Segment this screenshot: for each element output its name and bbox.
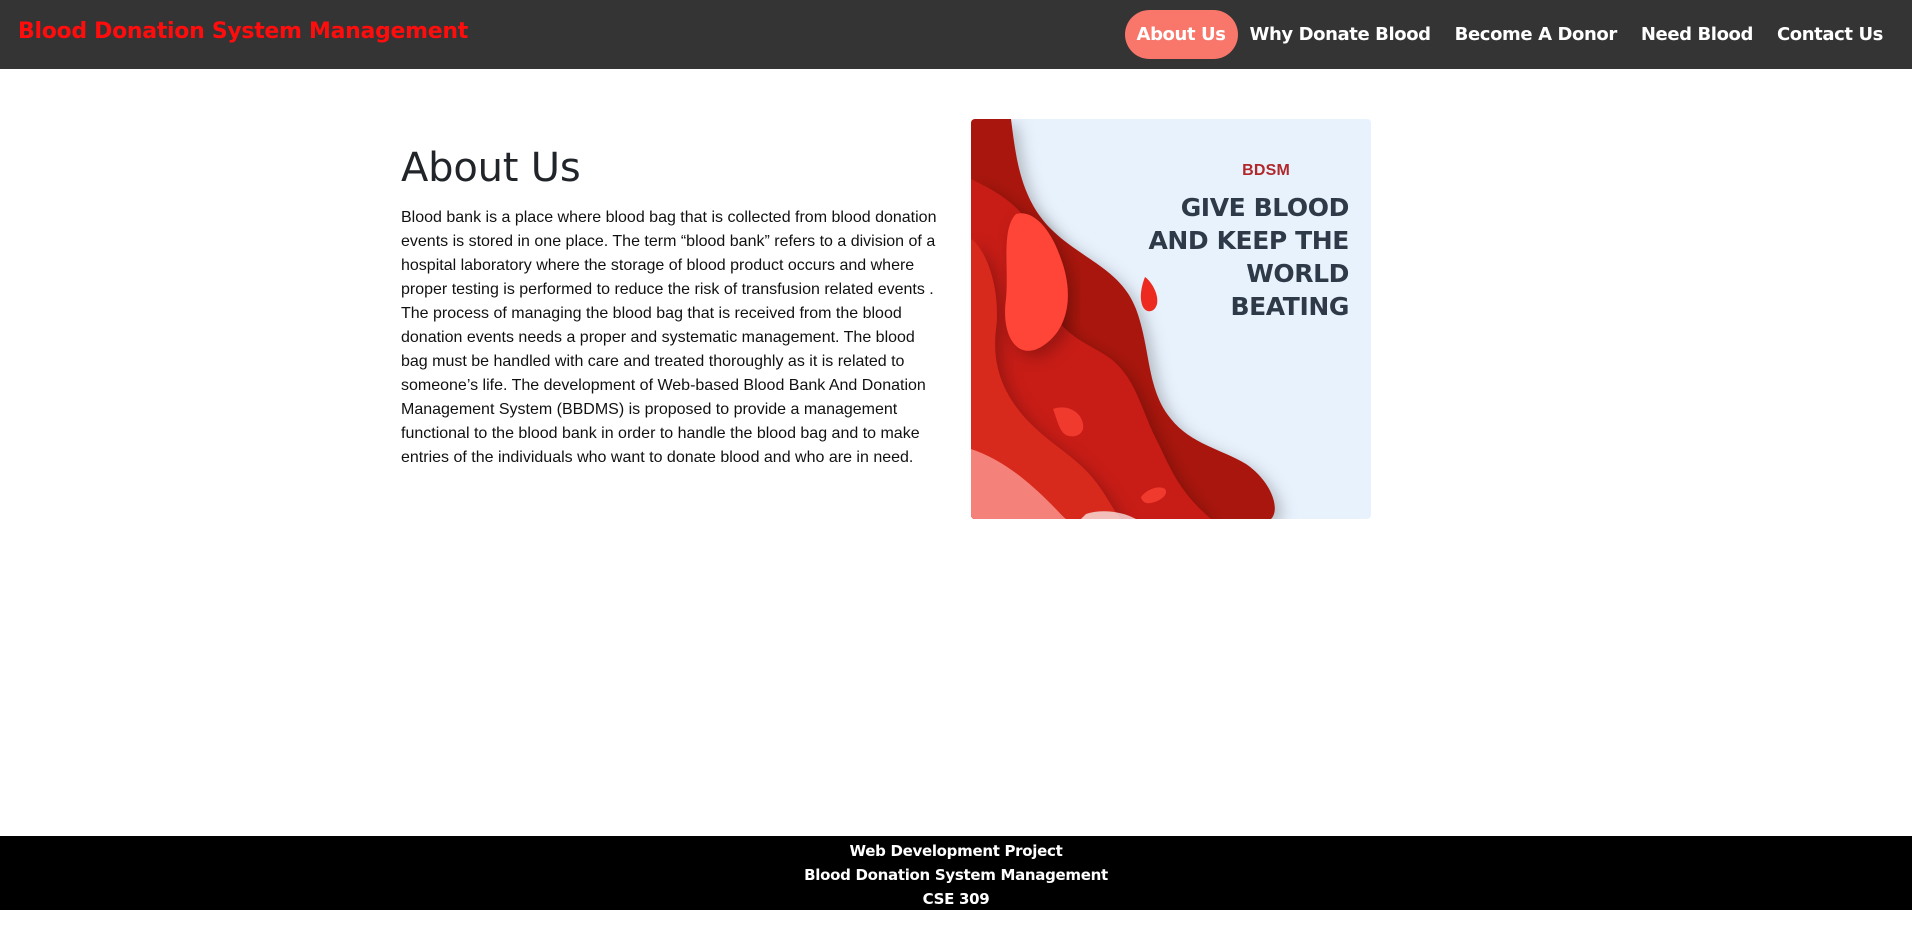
footer-project-line: Web Development Project <box>849 842 1063 860</box>
footer: Web Development Project Blood Donation S… <box>0 836 1912 910</box>
nav-link-why-donate-blood[interactable]: Why Donate Blood <box>1238 10 1443 59</box>
nav-links: About Us Why Donate Blood Become A Donor… <box>1124 10 1895 59</box>
blood-donation-poster: BDSM GIVE BLOOD AND KEEP THE WORLD BEATI… <box>971 119 1371 519</box>
poster-headline: GIVE BLOOD AND KEEP THE WORLD BEATING <box>1148 193 1349 321</box>
about-section: About Us Blood bank is a place where blo… <box>401 118 1401 521</box>
nav-link-about-us[interactable]: About Us <box>1124 10 1238 59</box>
poster-tag: BDSM <box>1242 162 1290 179</box>
brand-link[interactable]: Blood Donation System Management <box>18 19 468 44</box>
nav-link-contact-us[interactable]: Contact Us <box>1765 10 1895 59</box>
nav-link-become-a-donor[interactable]: Become A Donor <box>1443 10 1629 59</box>
nav-link-need-blood[interactable]: Need Blood <box>1629 10 1765 59</box>
footer-system-line: Blood Donation System Management <box>804 866 1108 884</box>
page-title: About Us <box>401 145 581 191</box>
about-text: About Us Blood bank is a place where blo… <box>401 118 941 470</box>
navbar: Blood Donation System Management About U… <box>0 0 1912 69</box>
footer-course-line: CSE 309 <box>922 890 990 908</box>
about-description: Blood bank is a place where blood bag th… <box>401 209 937 466</box>
